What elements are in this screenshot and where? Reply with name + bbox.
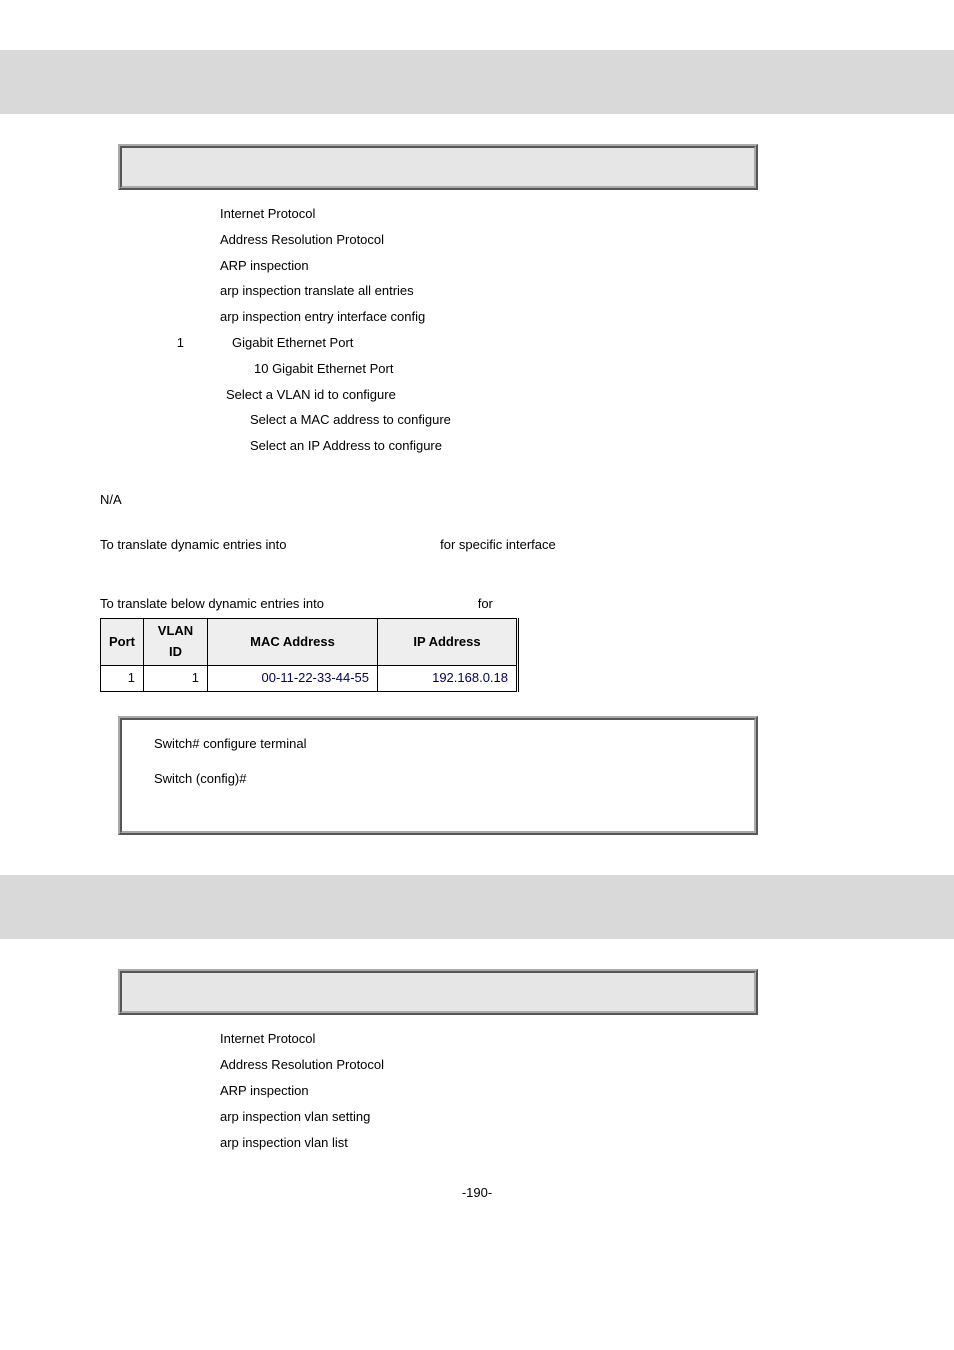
subdef-num: 1 — [130, 333, 200, 354]
def-term — [130, 1081, 220, 1102]
def-row: ARP inspection — [130, 256, 854, 277]
subdef2-desc: Select a MAC address to configure — [250, 410, 451, 431]
th-ip: IP Address — [378, 619, 518, 666]
section-header-1 — [0, 50, 954, 114]
def-desc: ARP inspection — [220, 1081, 309, 1102]
def-desc: Internet Protocol — [220, 1029, 315, 1050]
code-line-1: Switch# configure terminal — [154, 734, 722, 755]
subdef2-term — [178, 410, 250, 431]
usage-text-c: for specific interface — [440, 535, 556, 556]
def-term — [130, 256, 220, 277]
section-header-2 — [0, 875, 954, 939]
def-row: arp inspection translate all entries — [130, 281, 854, 302]
subdef-desc: Gigabit Ethernet Port — [232, 333, 353, 354]
def-term — [130, 307, 220, 328]
subdef2-term — [154, 385, 226, 406]
example-line: To translate below dynamic entries into … — [100, 594, 854, 615]
definition-list-1: Internet Protocol Address Resolution Pro… — [130, 204, 854, 457]
def-row: Internet Protocol — [130, 1029, 854, 1050]
def-term — [130, 1029, 220, 1050]
def-row: Address Resolution Protocol — [130, 1055, 854, 1076]
command-box-2 — [118, 969, 758, 1015]
code-box: Switch# configure terminal Switch (confi… — [118, 716, 758, 836]
td-vlanid: 1 — [144, 665, 208, 691]
subdef-desc: 10 Gigabit Ethernet Port — [254, 359, 393, 380]
th-vlanid: VLAN ID — [144, 619, 208, 666]
def-desc: arp inspection entry interface config — [220, 307, 425, 328]
def-term — [130, 230, 220, 251]
code-prompt-a: Switch (config — [154, 771, 235, 786]
example-text-a: To translate below dynamic entries into — [100, 594, 324, 615]
page: Internet Protocol Address Resolution Pro… — [0, 0, 954, 1234]
usage-text-a: To translate dynamic entries into — [100, 535, 286, 556]
content-block-2: Internet Protocol Address Resolution Pro… — [0, 969, 954, 1153]
def-desc: Address Resolution Protocol — [220, 230, 384, 251]
def-row: Address Resolution Protocol — [130, 230, 854, 251]
def-term — [130, 1133, 220, 1154]
arp-table: Port VLAN ID MAC Address IP Address 1 1 … — [100, 618, 519, 691]
def-row: arp inspection vlan list — [130, 1133, 854, 1154]
def-desc: Internet Protocol — [220, 204, 315, 225]
def-row: ARP inspection — [130, 1081, 854, 1102]
subdef-row: 10 Gigabit Ethernet Port — [130, 359, 854, 380]
def-desc: arp inspection vlan list — [220, 1133, 348, 1154]
subdef-row: 1 Gigabit Ethernet Port — [130, 333, 854, 354]
def-desc: arp inspection translate all entries — [220, 281, 414, 302]
page-number: -190- — [0, 1183, 954, 1204]
td-port: 1 — [101, 665, 144, 691]
def-row: arp inspection entry interface config — [130, 307, 854, 328]
subdef2-desc: Select an IP Address to configure — [250, 436, 442, 457]
def-row: arp inspection vlan setting — [130, 1107, 854, 1128]
content-block-1: Internet Protocol Address Resolution Pro… — [0, 144, 954, 835]
table-row: 1 1 00-11-22-33-44-55 192.168.0.18 — [101, 665, 518, 691]
def-row: Internet Protocol — [130, 204, 854, 225]
subdef-term — [200, 359, 254, 380]
td-ip: 192.168.0.18 — [378, 665, 518, 691]
th-mac: MAC Address — [208, 619, 378, 666]
def-desc: Address Resolution Protocol — [220, 1055, 384, 1076]
th-port: Port — [101, 619, 144, 666]
code-prompt-b: )# — [235, 771, 247, 786]
definition-list-2: Internet Protocol Address Resolution Pro… — [130, 1029, 854, 1153]
def-term — [130, 281, 220, 302]
subdef2-row: Select an IP Address to configure — [130, 436, 854, 457]
td-mac: 00-11-22-33-44-55 — [208, 665, 378, 691]
def-desc: arp inspection vlan setting — [220, 1107, 370, 1128]
subdef2-row: Select a MAC address to configure — [130, 410, 854, 431]
subdef2-term — [178, 436, 250, 457]
def-term — [130, 204, 220, 225]
subdef2-row: Select a VLAN id to configure — [130, 385, 854, 406]
table-header-row: Port VLAN ID MAC Address IP Address — [101, 619, 518, 666]
command-box-1 — [118, 144, 758, 190]
subdef-num — [130, 359, 200, 380]
def-term — [130, 1055, 220, 1076]
def-term — [130, 1107, 220, 1128]
subdef2-desc: Select a VLAN id to configure — [226, 385, 396, 406]
example-text-c: for — [478, 594, 493, 615]
code-line-2: Switch (config)# — [154, 769, 722, 790]
subdef-term — [200, 333, 232, 354]
def-desc: ARP inspection — [220, 256, 309, 277]
usage-line: To translate dynamic entries into static… — [100, 535, 854, 556]
default-value: N/A — [100, 490, 854, 511]
